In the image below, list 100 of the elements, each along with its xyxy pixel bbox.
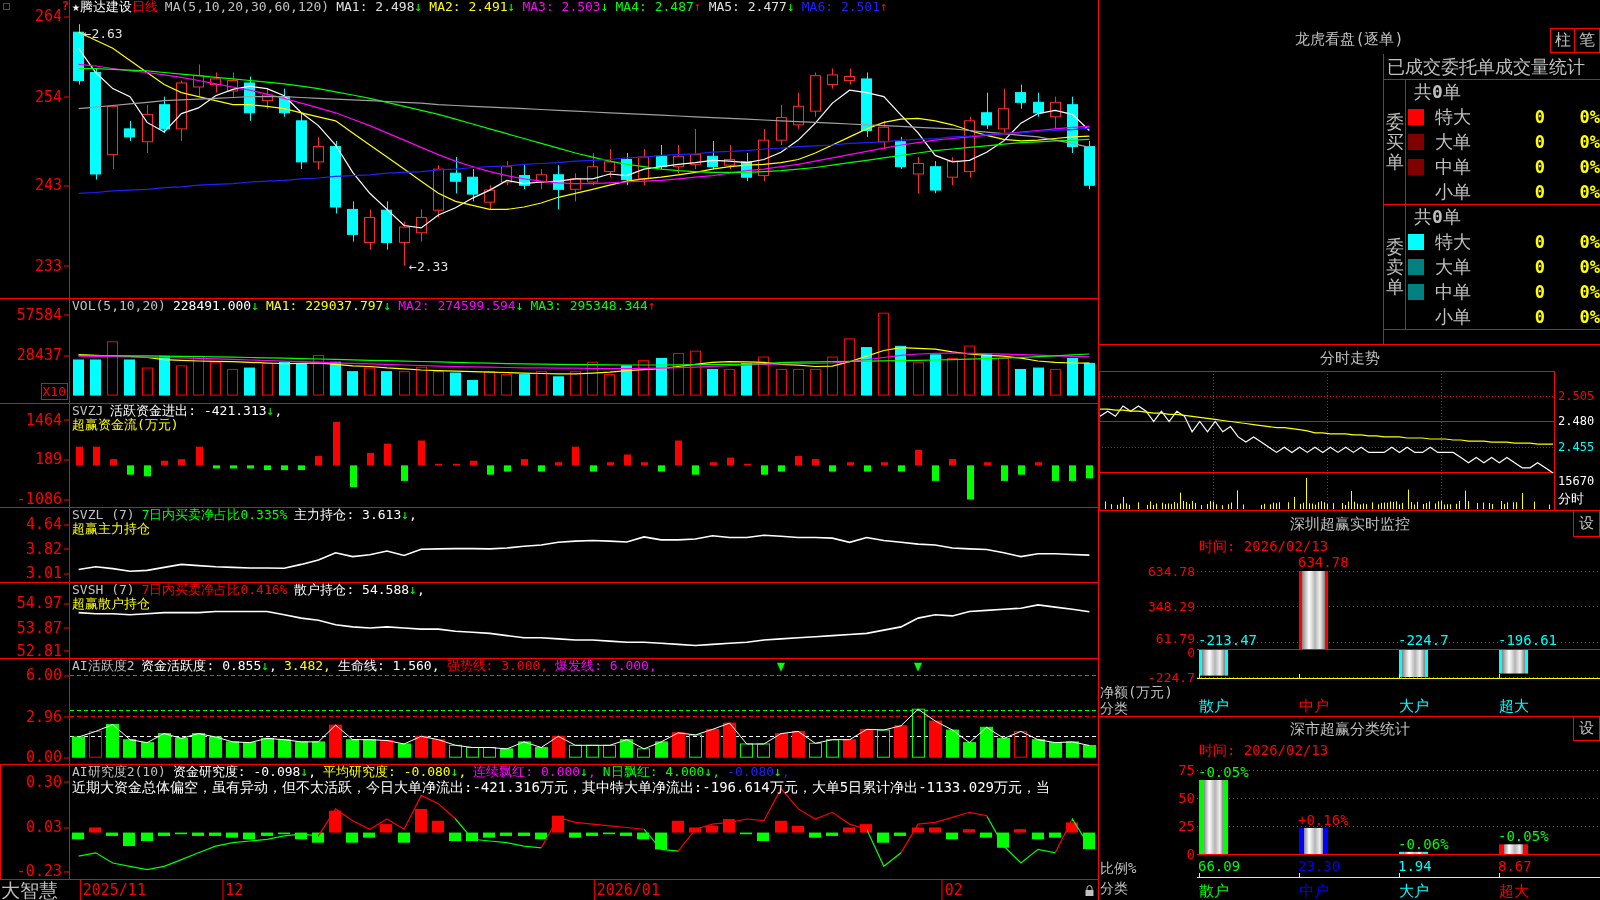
section-title: 深市超赢分类统计 bbox=[1289, 720, 1410, 738]
research-bar bbox=[346, 832, 358, 843]
research-bar bbox=[398, 832, 410, 843]
axis-label: 28437 bbox=[16, 347, 69, 363]
axis-label: 6.00 bbox=[25, 667, 69, 683]
indicator-subtitle: 超赢资金流(万元) bbox=[72, 418, 179, 432]
volume-bar bbox=[587, 361, 598, 396]
flow-bar bbox=[761, 465, 768, 475]
volume-bar bbox=[861, 347, 872, 396]
order-count: 0 bbox=[1533, 156, 1545, 177]
flow-bar bbox=[1001, 465, 1008, 481]
candlestick bbox=[450, 156, 461, 194]
indicator-reading: 散户持仓: 54.588↓, bbox=[294, 583, 425, 597]
volume-bar bbox=[964, 345, 975, 396]
flow-bar bbox=[847, 462, 854, 466]
candlestick bbox=[159, 96, 170, 134]
indicator-reading: MA2: 274599.594↓ bbox=[398, 299, 524, 313]
candlestick bbox=[433, 164, 444, 218]
order-size-label: 小单 bbox=[1435, 306, 1472, 327]
candlestick bbox=[416, 208, 427, 243]
candlestick bbox=[244, 76, 255, 122]
order-size-label: 小单 bbox=[1435, 181, 1472, 202]
volume-bar bbox=[176, 365, 187, 396]
indicator-reading: MA5: 2.477↓ bbox=[708, 0, 795, 14]
analysis-text: 近期大资金总体偏空，虽有异动，但不太活跃，今日大单净流出:-421.316万元，其中特大单净流出:-196.614万元，大单5日累计净出-1133.029万元，当 bbox=[72, 779, 1050, 795]
research-bar bbox=[706, 825, 718, 833]
flow-bar bbox=[624, 454, 631, 466]
view-toggle-button[interactable]: 柱 bbox=[1550, 28, 1575, 53]
indicator-reading: 强势线: 3.000, bbox=[446, 659, 549, 673]
candlestick bbox=[107, 104, 118, 170]
candlestick bbox=[621, 152, 632, 186]
order-count: 0 bbox=[1533, 231, 1545, 252]
volume-bar bbox=[73, 359, 84, 396]
candlestick bbox=[1067, 96, 1078, 154]
axis-label: 50 bbox=[1178, 790, 1195, 806]
flow-bar bbox=[281, 465, 288, 471]
axis-label: 2.455 bbox=[1558, 440, 1595, 455]
axis-title: 分类 bbox=[1100, 700, 1128, 716]
axis-label: -224.7 bbox=[1148, 670, 1195, 685]
candlestick bbox=[758, 128, 769, 182]
section-title: 深圳超赢实时监控 bbox=[1289, 515, 1410, 533]
settings-button[interactable]: 设 bbox=[1573, 717, 1600, 741]
data-label: 66.09 bbox=[1198, 858, 1241, 874]
indicator-reading: 活跃资金进出: -421.313↓, bbox=[110, 404, 283, 418]
category-label: 散户 bbox=[1199, 697, 1229, 715]
flag-mark: ? bbox=[61, 0, 69, 12]
change-label: -0.05% bbox=[1498, 828, 1549, 845]
volume-bar bbox=[159, 355, 170, 396]
flow-bar bbox=[401, 465, 408, 481]
flow-bar bbox=[76, 446, 83, 466]
axis-label: 53.87 bbox=[16, 620, 69, 635]
candlestick bbox=[810, 72, 821, 118]
signal-triangle bbox=[914, 662, 922, 672]
axis-label: 189 bbox=[34, 452, 69, 467]
research-bar bbox=[860, 824, 872, 833]
flow-bar bbox=[504, 465, 511, 472]
volume-bar bbox=[793, 368, 804, 396]
indicator-reading: 主力持仓: 3.613↓, bbox=[294, 508, 417, 522]
axis-label: 75 bbox=[1178, 762, 1195, 778]
candlestick bbox=[536, 168, 547, 190]
flow-bar bbox=[333, 421, 340, 466]
candlestick bbox=[741, 152, 752, 182]
settings-button[interactable]: 设 bbox=[1573, 511, 1600, 537]
flow-bar bbox=[230, 465, 237, 469]
flow-bar bbox=[710, 462, 717, 466]
candlestick bbox=[467, 168, 478, 202]
indicator-reading: 资金研究度: -0.098↓, bbox=[172, 765, 317, 779]
indicator-name: SVZL (7) bbox=[72, 508, 135, 522]
axis-label: 0 bbox=[1187, 645, 1195, 661]
flow-bar bbox=[298, 465, 305, 471]
indicator-reading: MA3: 2.503↓ bbox=[522, 0, 609, 14]
research-bar bbox=[449, 832, 461, 841]
order-share: 0% bbox=[1579, 306, 1600, 327]
flow-bar bbox=[590, 465, 597, 472]
view-toggle-button[interactable]: 笔 bbox=[1575, 28, 1600, 53]
candlestick bbox=[73, 23, 84, 86]
axis-label: 2.96 bbox=[25, 709, 69, 725]
volume-bar bbox=[262, 363, 273, 396]
flow-bar bbox=[778, 465, 785, 472]
flow-bar bbox=[829, 465, 836, 472]
indicator-reading: 228491.000↓ bbox=[172, 299, 260, 313]
axis-label: 57584 bbox=[16, 307, 69, 323]
date-label: 12 bbox=[222, 880, 244, 900]
flow-bar bbox=[1035, 462, 1042, 466]
candlestick bbox=[673, 144, 684, 174]
axis-label: -0.23 bbox=[16, 863, 69, 879]
candlestick bbox=[1015, 84, 1026, 110]
flow-bar bbox=[675, 440, 682, 466]
flow-bar bbox=[812, 459, 819, 466]
volume-bar bbox=[313, 355, 324, 396]
research-bar bbox=[792, 825, 804, 833]
candlestick bbox=[878, 120, 889, 150]
volume-bar bbox=[724, 368, 735, 396]
research-bar bbox=[123, 832, 135, 847]
research-bar bbox=[192, 832, 204, 836]
candlestick bbox=[587, 152, 598, 186]
indicator-reading: 连续飘红: 0.000↓, bbox=[473, 765, 596, 779]
flow-bar bbox=[418, 440, 425, 466]
volume-bar bbox=[244, 367, 255, 396]
flow-bar bbox=[110, 459, 117, 466]
